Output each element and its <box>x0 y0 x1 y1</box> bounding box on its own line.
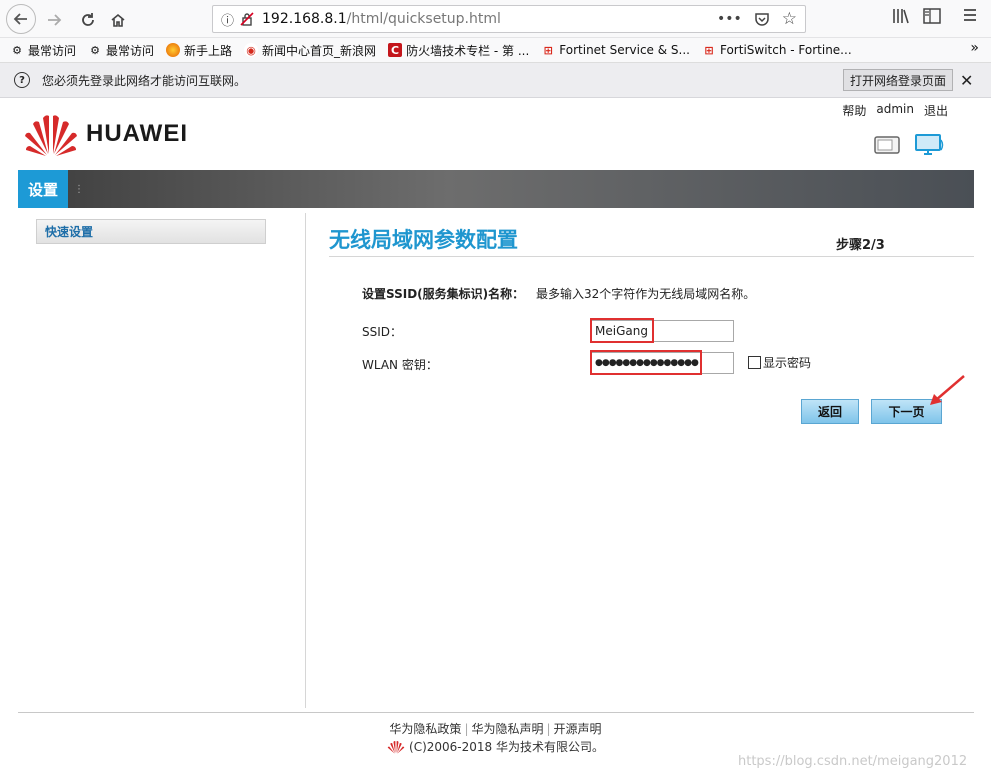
browser-toolbar: ⓘ 192.168.8.1/html/quicksetup.html ••• ☆ <box>0 0 991 38</box>
router-header: HUAWEI 帮助 admin 退出 <box>18 98 974 170</box>
tab-settings[interactable]: 设置 <box>18 170 68 208</box>
gear-icon: ⚙ <box>90 43 100 57</box>
home-button[interactable] <box>104 6 132 34</box>
red-arrow-annotation-icon <box>930 375 965 405</box>
privacy-policy-link[interactable]: 华为隐私政策 <box>389 722 461 736</box>
copyright-text: (C)2006-2018 华为技术有限公司。 <box>409 740 604 754</box>
logout-link[interactable]: 退出 <box>924 102 948 119</box>
step-indicator: 步骤2/3 <box>836 238 885 253</box>
bookmark-label: 防火墙技术专栏 - 第 ... <box>406 43 530 58</box>
wlan-key-label: WLAN 密钥： <box>362 358 438 372</box>
chevron-double-right-icon[interactable]: » <box>970 40 979 56</box>
footer-links: 华为隐私政策 | 华为隐私声明 | 开源声明 <box>389 722 602 736</box>
bookmark-label: 最常访问 <box>106 43 155 58</box>
help-link[interactable]: 帮助 <box>842 102 866 119</box>
menu-icon[interactable] <box>963 8 977 22</box>
bookmark-item[interactable]: ⚙ 最常访问 <box>88 42 154 59</box>
ssid-label: SSID： <box>362 325 403 339</box>
url-bar[interactable]: ⓘ 192.168.8.1/html/quicksetup.html ••• ☆ <box>212 5 806 33</box>
ssid-description: 设置SSID(服务集标识)名称： 最多输入32个字符作为无线局域网名称。 <box>362 285 755 302</box>
sidebar-toggle-icon[interactable] <box>923 8 941 24</box>
user-link[interactable]: admin <box>876 102 914 119</box>
watermark-text: https://blog.csdn.net/meigang2012 <box>738 754 968 769</box>
notification-text: 您必须先登录此网络才能访问互联网。 <box>42 73 247 88</box>
bookmark-label: 新手上路 <box>184 43 233 58</box>
captive-portal-notification: ? 您必须先登录此网络才能访问互联网。 打开网络登录页面 ✕ <box>0 62 991 98</box>
footer-divider <box>18 712 974 713</box>
vertical-divider <box>305 213 306 708</box>
mobile-view-icon[interactable] <box>874 135 902 155</box>
highlight-box <box>590 350 702 375</box>
bookmark-item[interactable]: C 防火墙技术专栏 - 第 ... <box>388 42 529 59</box>
csdn-icon: C <box>388 43 403 57</box>
pocket-icon[interactable] <box>754 11 770 27</box>
bookmark-label: 新闻中心首页_新浪网 <box>262 43 377 58</box>
ssid-description-hint: 最多输入32个字符作为无线局域网名称。 <box>535 287 756 301</box>
page-title: 无线局域网参数配置 <box>329 228 518 252</box>
bookmark-label: Fortinet Service & S... <box>559 43 690 57</box>
desktop-view-icon[interactable] <box>914 134 944 156</box>
question-icon: ? <box>14 72 30 88</box>
back-step-button[interactable]: 返回 <box>801 399 859 424</box>
show-password-toggle[interactable]: 显示密码 <box>748 354 811 371</box>
library-icon[interactable] <box>892 8 910 24</box>
close-icon[interactable]: ✕ <box>960 71 973 90</box>
highlight-box <box>590 318 654 343</box>
fortinet-icon: ⊞ <box>704 43 714 57</box>
copyright: (C)2006-2018 华为技术有限公司。 <box>0 738 991 755</box>
open-source-link[interactable]: 开源声明 <box>554 722 602 736</box>
ssid-description-label: 设置SSID(服务集标识)名称： <box>362 287 525 301</box>
bookmark-item[interactable]: ⚙ 最常访问 <box>10 42 76 59</box>
info-icon[interactable]: ⓘ <box>221 10 234 29</box>
forward-button[interactable] <box>40 6 68 34</box>
bookmark-item[interactable]: 新手上路 <box>166 42 232 59</box>
huawei-logo: HUAWEI <box>24 112 188 156</box>
url-text[interactable]: 192.168.8.1/html/quicksetup.html <box>262 11 501 27</box>
title-divider <box>329 256 974 257</box>
sina-icon: ◉ <box>244 43 259 57</box>
separator-dots: ⋮ <box>74 184 84 195</box>
sidebar-item-quick-setup[interactable]: 快速设置 <box>36 219 266 244</box>
logo-text: HUAWEI <box>86 120 188 147</box>
bookmark-item[interactable]: ◉ 新闻中心首页_新浪网 <box>244 42 376 59</box>
bookmark-label: FortiSwitch - Fortine... <box>719 43 852 57</box>
show-password-label: 显示密码 <box>763 356 812 370</box>
open-login-page-button[interactable]: 打开网络登录页面 <box>843 69 954 91</box>
huawei-flower-icon <box>25 115 77 156</box>
arrow-left-icon <box>13 13 27 25</box>
main-navbar: 设置 ⋮ <box>18 170 974 208</box>
insecure-lock-icon[interactable] <box>240 12 254 26</box>
back-button[interactable] <box>6 4 36 34</box>
home-icon <box>111 13 125 27</box>
bookmark-label: 最常访问 <box>28 43 77 58</box>
bookmark-star-icon[interactable]: ☆ <box>782 9 797 29</box>
reload-button[interactable] <box>74 6 102 34</box>
arrow-right-icon <box>48 14 62 26</box>
firefox-icon <box>166 43 181 57</box>
fortinet-icon: ⊞ <box>543 43 553 57</box>
bookmark-item[interactable]: ⊞ FortiSwitch - Fortine... <box>702 43 852 57</box>
huawei-flower-icon <box>387 740 405 754</box>
page-actions-icon[interactable]: ••• <box>717 11 742 27</box>
bookmark-item[interactable]: ⊞ Fortinet Service & S... <box>541 43 690 57</box>
reload-icon <box>82 13 94 26</box>
show-password-checkbox[interactable] <box>748 356 761 369</box>
gear-icon: ⚙ <box>12 43 22 57</box>
bookmarks-bar: ⚙ 最常访问 ⚙ 最常访问 新手上路 ◉ 新闻中心首页_新浪网 C 防火墙技术专栏 - … <box>0 38 991 62</box>
privacy-statement-link[interactable]: 华为隐私声明 <box>471 722 543 736</box>
